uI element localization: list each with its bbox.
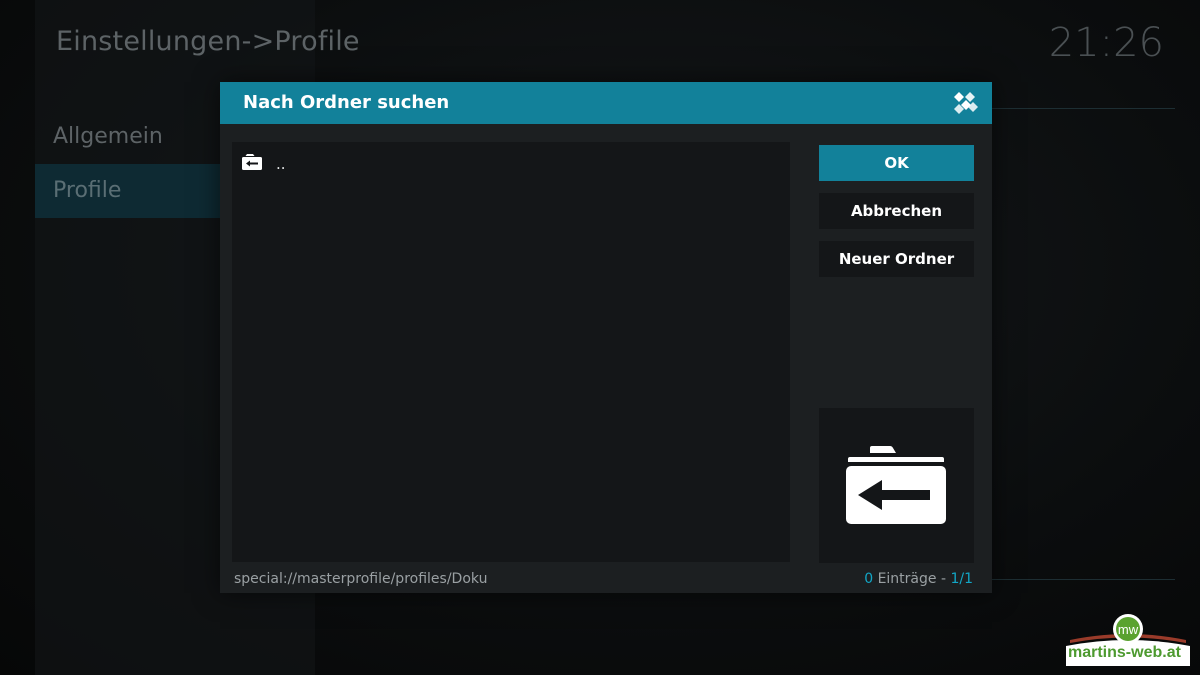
dialog-title: Nach Ordner suchen — [243, 92, 450, 113]
ok-button[interactable]: OK — [819, 145, 974, 181]
background-divider — [992, 108, 1175, 109]
clock: 21:26 — [1048, 20, 1164, 66]
item-count: 0 Einträge - 1/1 — [864, 571, 973, 587]
dialog-header: Nach Ordner suchen — [220, 82, 992, 124]
watermark-badge-text: mw — [1118, 622, 1139, 637]
file-list[interactable]: .. — [232, 142, 790, 562]
current-path: special://masterprofile/profiles/Doku — [234, 571, 488, 587]
background-divider — [992, 579, 1175, 580]
list-item-parent-folder[interactable]: .. — [232, 150, 790, 178]
folder-thumbnail — [819, 408, 974, 563]
browse-folder-dialog: Nach Ordner suchen .. OK Abbrechen Neuer… — [220, 82, 992, 593]
folder-back-icon — [846, 446, 946, 524]
new-folder-button[interactable]: Neuer Ordner — [819, 241, 974, 277]
page-title: Einstellungen->Profile — [56, 26, 360, 57]
page-indicator: 1/1 — [950, 571, 973, 587]
watermark-text: martins-web.at — [1068, 644, 1181, 661]
item-count-value: 0 — [864, 571, 874, 587]
folder-back-icon — [242, 154, 262, 170]
kodi-logo-icon — [954, 92, 978, 114]
watermark-logo: mw martins-web.at — [1064, 610, 1192, 668]
list-item-label: .. — [276, 155, 286, 173]
item-count-label: Einträge - — [873, 571, 951, 587]
cancel-button[interactable]: Abbrechen — [819, 193, 974, 229]
